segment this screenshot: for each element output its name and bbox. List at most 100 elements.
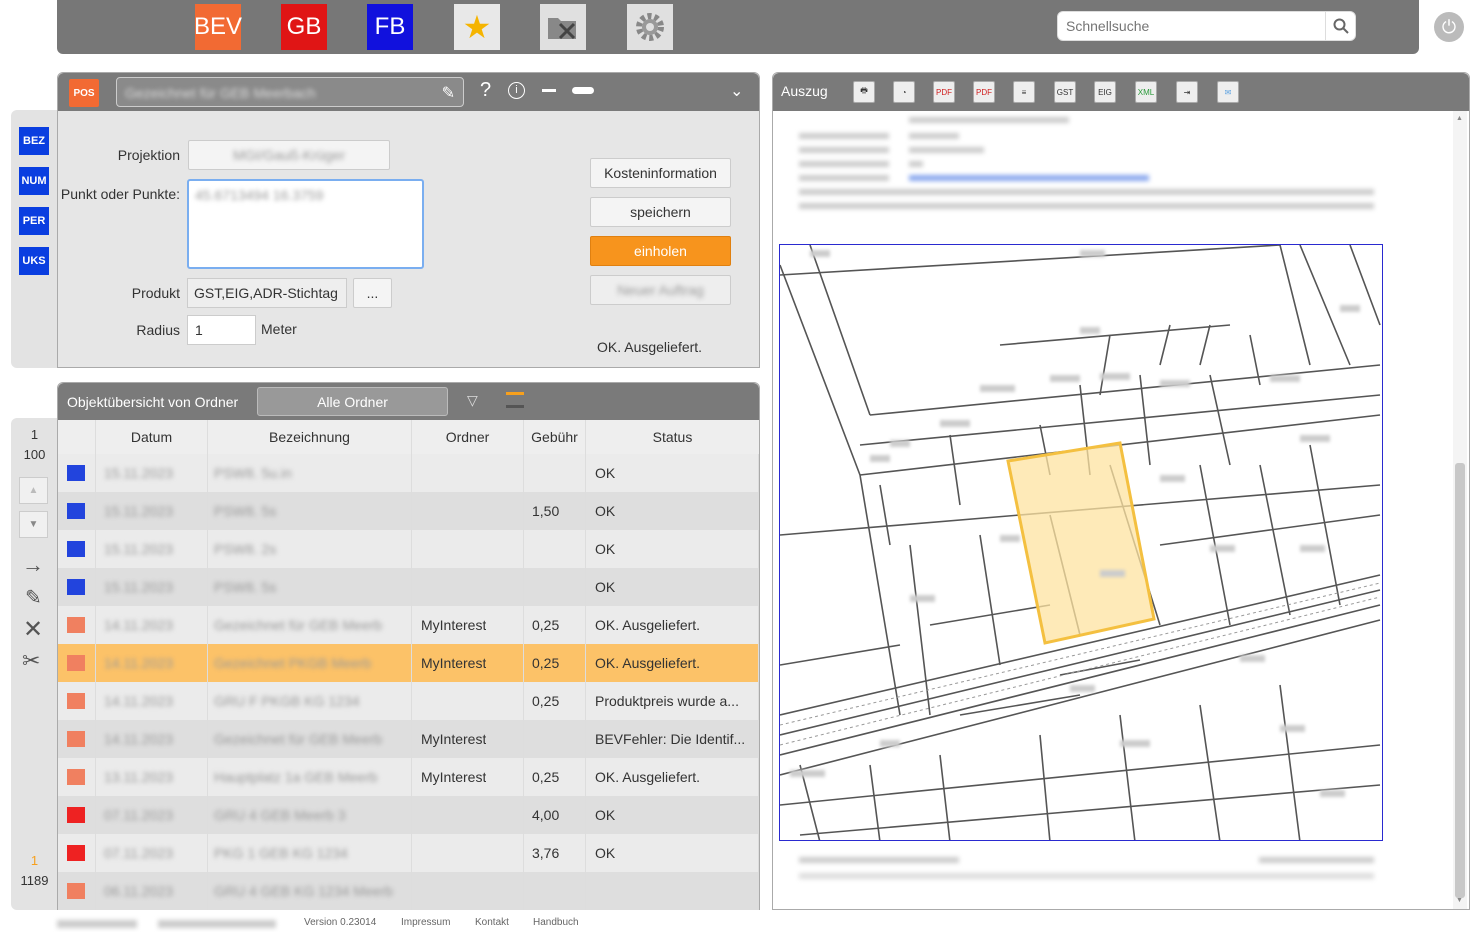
link-icon[interactable] [572, 87, 594, 94]
title-field[interactable]: Gezeichnet für GEB Meerbach ✎ [116, 77, 464, 107]
table-row[interactable]: 14.11.2023 GRU F PKGB KG 1234 0,25 Produktp… [58, 682, 759, 720]
side-button-bez-label: BEZ [23, 135, 45, 147]
punkte-textarea[interactable]: 45.6713494 16.3759 [187, 179, 424, 269]
footer-kontakt-link[interactable]: Kontakt [475, 917, 509, 928]
table-row[interactable]: 07.11.2023 PKG 1 GEB KG 1234 3,76 OK [58, 834, 759, 872]
produkt-label: Produkt [131, 285, 180, 301]
col-header-datum[interactable]: Datum [96, 420, 208, 454]
tools-icon[interactable]: ✂ [22, 648, 40, 674]
favorites-button[interactable]: ★ [454, 4, 500, 50]
table-row[interactable]: 14.11.2023 Gezeichnet für GEB Meerb MyInte… [58, 606, 759, 644]
cell-gebuehr: 3,76 [524, 834, 586, 872]
table-row[interactable]: 07.11.2023 GRU 4 GEB Meerb 3 4,00 OK [58, 796, 759, 834]
cell-datum: 14.11.2023 [96, 644, 208, 682]
radius-input[interactable]: 1 [187, 315, 256, 345]
export-button[interactable]: ⇥ [1176, 81, 1198, 103]
table-row[interactable]: 15.11.2023 PSW8. 5u.in OK [58, 454, 759, 492]
filter-icon[interactable]: ▽ [467, 392, 478, 409]
page-up-button[interactable]: ▲ [19, 477, 48, 504]
pos-badge[interactable]: POS [69, 79, 99, 107]
produkt-more-button[interactable]: ... [353, 278, 392, 308]
gst-button[interactable]: GST [1054, 81, 1076, 103]
side-button-num[interactable]: NUM [19, 167, 49, 195]
title-field-value: Gezeichnet für GEB Meerbach [125, 85, 316, 101]
col-header-bezeichnung[interactable]: Bezeichnung [208, 420, 412, 454]
cell-gebuehr-text: 0,25 [532, 617, 560, 633]
cadastral-map[interactable] [779, 244, 1383, 841]
arrow-right-icon[interactable]: → [22, 552, 44, 578]
table-row[interactable]: 13.11.2023 Hauptplatz 1a GEB Meerb MyInter… [58, 758, 759, 796]
col-header-ordner[interactable]: Ordner [412, 420, 524, 454]
delete-icon[interactable]: ✕ [23, 615, 43, 644]
app-bev-button[interactable]: BEV [194, 4, 242, 50]
cell-ordner [412, 492, 524, 530]
cell-status-text: OK [595, 845, 616, 861]
side-button-uks[interactable]: UKS [19, 247, 49, 275]
column-settings-icon[interactable] [506, 392, 524, 408]
produkt-field[interactable]: GST,EIG,ADR-Stichtag [187, 278, 347, 308]
speichern-button[interactable]: speichern [590, 197, 731, 227]
table-row[interactable]: 15.11.2023 PSW8. 5s 1,50 OK [58, 492, 759, 530]
col-header-gebuehr-label: Gebühr [531, 429, 578, 445]
side-button-bez[interactable]: BEZ [19, 127, 49, 155]
cell-status: OK [586, 796, 759, 834]
auszug-header [773, 73, 1469, 111]
list-doc-button[interactable]: ≡ [1013, 81, 1035, 103]
pin-icon[interactable] [542, 89, 556, 92]
side-button-per[interactable]: PER [19, 207, 49, 235]
help-icon[interactable]: ? [480, 79, 491, 102]
table-row[interactable]: 15.11.2023 PSW8. 2s OK [58, 530, 759, 568]
email-button[interactable]: ✉ [1217, 81, 1239, 103]
search-button[interactable] [1325, 12, 1355, 40]
cell-status-text: OK. Ausgeliefert. [595, 655, 701, 671]
cell-bez-text: PSW8. 2s [214, 541, 277, 557]
einholen-button[interactable]: einholen [590, 236, 731, 266]
col-header-status[interactable]: Status [586, 420, 759, 454]
scroll-down-icon[interactable]: ▼ [1456, 897, 1463, 904]
table-row[interactable]: 14.11.2023 Gezeichnet für GEB Meerb MyInte… [58, 720, 759, 758]
scroll-up-icon[interactable]: ▲ [1456, 115, 1463, 122]
document-type-icon [67, 845, 85, 861]
punkte-value: 45.6713494 16.3759 [195, 187, 324, 203]
cell-datum-text: 14.11.2023 [104, 693, 174, 709]
kosteninformation-button[interactable]: Kosteninformation [590, 158, 731, 188]
cell-ordner: MyInterest [412, 606, 524, 644]
scrollbar-thumb[interactable] [1455, 463, 1465, 898]
cell-status-text: OK [595, 503, 616, 519]
col-header-datum-label: Datum [130, 429, 173, 445]
projektion-select[interactable]: MGI/Gauß-Krüger [188, 140, 390, 170]
settings-button[interactable] [627, 4, 673, 50]
cell-datum-text: 15.11.2023 [104, 579, 174, 595]
footer-impressum-link[interactable]: Impressum [401, 917, 450, 928]
auszug-scrollbar[interactable]: ▲ ▼ [1453, 111, 1467, 909]
eig-button[interactable]: EIG [1094, 81, 1116, 103]
app-fb-button[interactable]: FB [367, 4, 413, 50]
disabled-label: Neuer Auftrag [617, 282, 704, 298]
cell-bez-text: Gezeichnet für GEB Meerb [214, 617, 383, 633]
info-icon[interactable]: i [508, 82, 525, 99]
footer-handbuch-link[interactable]: Handbuch [533, 917, 579, 928]
table-row[interactable]: 06.11.2023 GRU 4 GEB KG 1234 Meerb [58, 872, 759, 910]
search-input[interactable] [1058, 12, 1318, 40]
table-row[interactable]: 15.11.2023 PSW8. 5s OK [58, 568, 759, 606]
pdf-button-2[interactable]: PDF [973, 81, 995, 103]
cell-ordner-text: MyInterest [421, 617, 487, 633]
chevron-down-icon[interactable]: ⌄ [730, 81, 743, 101]
logout-button[interactable]: ⏻ [1434, 12, 1464, 42]
edit-icon[interactable]: ✎ [25, 585, 42, 610]
xml-button[interactable]: XML [1135, 81, 1157, 103]
app-gb-button[interactable]: GB [281, 4, 327, 50]
folder-tools-button[interactable] [540, 4, 586, 50]
pencil-icon: ✎ [441, 85, 455, 102]
cell-datum: 07.11.2023 [96, 796, 208, 834]
cell-datum: 07.11.2023 [96, 834, 208, 872]
folder-select-button[interactable]: Alle Ordner [257, 387, 448, 416]
pdf-button-1[interactable]: PDF [933, 81, 955, 103]
map-button[interactable]: ◔ [893, 81, 915, 103]
table-row[interactable]: 14.11.2023 Gezeichnet PKGB Meerb MyInteres… [58, 644, 759, 682]
print-button[interactable]: 🖶 [853, 81, 875, 103]
projektion-label: Projektion [117, 147, 180, 163]
col-header-gebuehr[interactable]: Gebühr [524, 420, 586, 454]
page-down-button[interactable]: ▼ [19, 511, 48, 538]
speichern-label: speichern [630, 204, 691, 220]
